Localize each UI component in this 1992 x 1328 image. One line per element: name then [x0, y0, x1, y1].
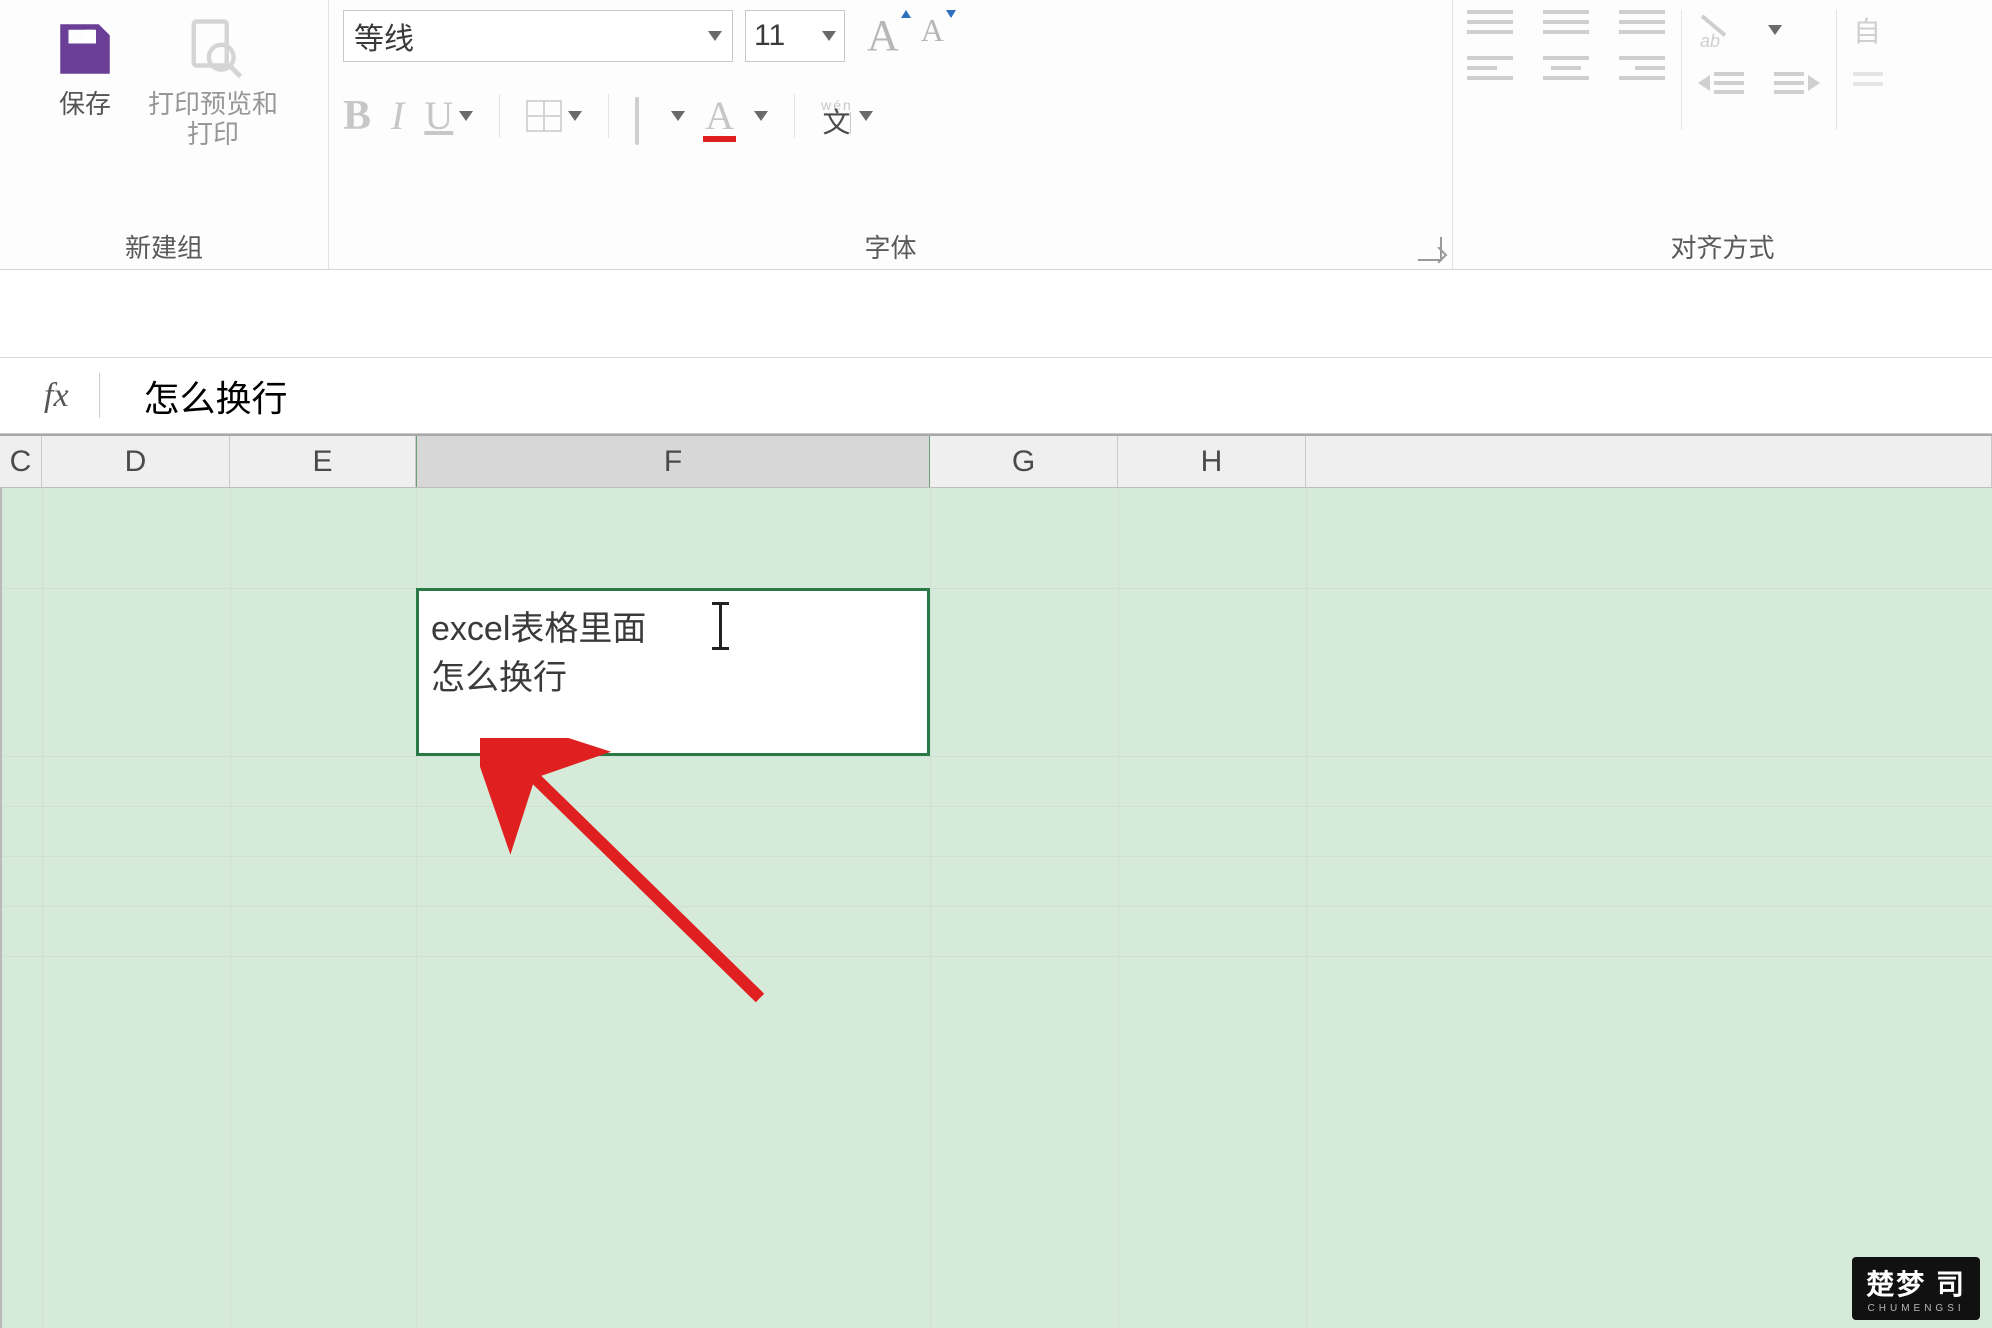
- chevron-down-icon: [671, 111, 685, 121]
- align-middle-button[interactable]: [1543, 10, 1589, 34]
- ribbon-group-new: 保存 打印预览和 打印 新建组: [0, 0, 328, 269]
- chevron-down-icon: [568, 111, 582, 121]
- bold-button[interactable]: B: [343, 95, 371, 137]
- font-name-value: 等线: [354, 14, 414, 58]
- merge-icon: [1853, 72, 1883, 86]
- increase-indent-button[interactable]: [1774, 72, 1820, 94]
- separator: [1836, 10, 1837, 130]
- cell-line-1: excel表格里面: [431, 605, 915, 654]
- cell-line-2: 怎么换行: [431, 654, 915, 703]
- orientation-button[interactable]: [1698, 10, 1738, 50]
- text-cursor-icon: [719, 605, 722, 647]
- italic-button[interactable]: I: [391, 96, 404, 136]
- save-icon: [52, 16, 118, 82]
- decrease-font-button[interactable]: A: [921, 14, 944, 58]
- separator: [1681, 10, 1682, 130]
- font-name-select[interactable]: 等线: [343, 10, 733, 62]
- col-header-F[interactable]: F: [416, 436, 930, 487]
- font-size-value: 11: [754, 19, 785, 53]
- borders-icon: [526, 100, 562, 132]
- dialog-launcher-font[interactable]: [1418, 237, 1442, 261]
- col-header-H[interactable]: H: [1118, 436, 1306, 487]
- group-label-align: 对齐方式: [1467, 220, 1978, 265]
- chevron-down-icon: [459, 111, 473, 121]
- align-right-button[interactable]: [1619, 56, 1665, 80]
- chevron-down-icon: [708, 31, 722, 41]
- phonetic-guide-button[interactable]: wén 文: [821, 98, 873, 134]
- increase-font-button[interactable]: A: [867, 14, 899, 58]
- underline-button[interactable]: U: [424, 96, 473, 136]
- paint-bucket-icon: [635, 101, 665, 131]
- align-center-button[interactable]: [1543, 56, 1589, 80]
- chevron-down-icon: [1768, 25, 1782, 35]
- fill-color-button[interactable]: [635, 101, 685, 131]
- watermark: 楚梦 司 CHUMENGSI: [1852, 1257, 1980, 1320]
- worksheet-grid[interactable]: excel表格里面 怎么换行 楚梦 司 CHUMENGSI: [0, 488, 1992, 1328]
- col-header-E[interactable]: E: [230, 436, 416, 487]
- chevron-down-icon: [822, 31, 836, 41]
- group-label-new: 新建组: [14, 220, 314, 265]
- ribbon: 保存 打印预览和 打印 新建组 等线 11: [0, 0, 1992, 270]
- decrease-indent-button[interactable]: [1698, 72, 1744, 94]
- col-header-D[interactable]: D: [42, 436, 230, 487]
- wrap-text-hint: 自: [1853, 10, 1883, 50]
- save-button[interactable]: 保存: [42, 10, 128, 126]
- chevron-down-icon: [754, 111, 768, 121]
- annotation-arrow-icon: [480, 738, 860, 1038]
- print-preview-icon: [180, 16, 246, 82]
- separator: [99, 373, 100, 418]
- fx-label[interactable]: fx: [0, 377, 99, 415]
- separator: [794, 94, 795, 138]
- separator: [499, 94, 500, 138]
- print-preview-label: 打印预览和 打印: [148, 90, 278, 150]
- align-left-button[interactable]: [1467, 56, 1513, 80]
- col-header-C[interactable]: C: [0, 436, 42, 487]
- col-header-extra[interactable]: [1306, 436, 1992, 487]
- align-bottom-button[interactable]: [1619, 10, 1665, 34]
- group-label-font: 字体: [343, 220, 1438, 265]
- col-header-G[interactable]: G: [930, 436, 1118, 487]
- active-cell-F[interactable]: excel表格里面 怎么换行: [416, 588, 930, 756]
- ribbon-group-align: 自 对齐方式: [1452, 0, 1992, 269]
- save-label: 保存: [59, 90, 111, 120]
- font-color-button[interactable]: A: [705, 96, 768, 136]
- separator: [608, 94, 609, 138]
- font-color-icon: A: [705, 96, 734, 136]
- phonetic-icon: wén 文: [821, 98, 853, 134]
- align-top-button[interactable]: [1467, 10, 1513, 34]
- borders-button[interactable]: [526, 100, 582, 132]
- chevron-down-icon: [859, 111, 873, 121]
- font-size-select[interactable]: 11: [745, 10, 845, 62]
- print-preview-button[interactable]: 打印预览和 打印: [138, 10, 288, 156]
- ribbon-group-font: 等线 11 A A B I U: [328, 0, 1452, 269]
- ribbon-collapse-strip: [0, 270, 1992, 358]
- formula-bar: fx: [0, 358, 1992, 434]
- column-headers: C D E F G H: [0, 434, 1992, 488]
- formula-input[interactable]: [134, 375, 1992, 417]
